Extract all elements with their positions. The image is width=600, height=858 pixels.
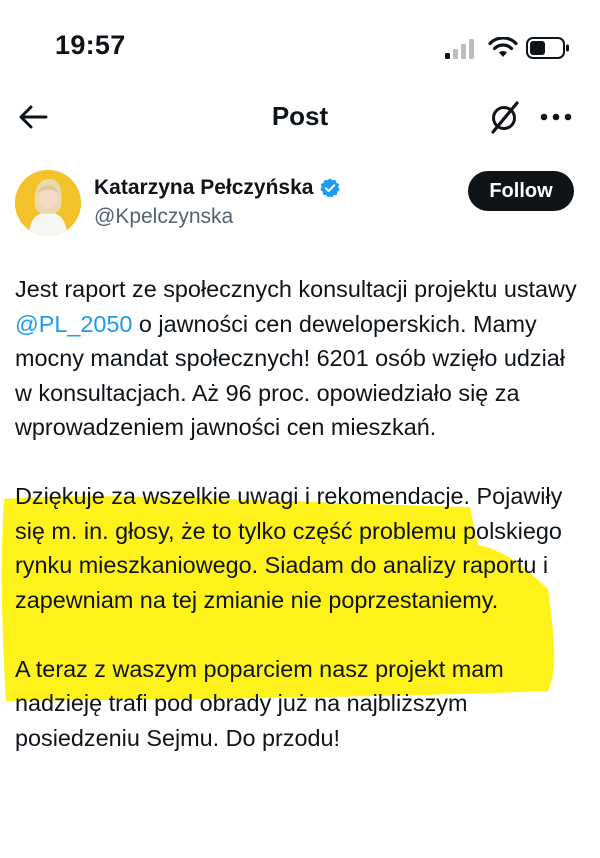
tweet-paragraph-2: Dziękuje za wszelkie uwagi i rekomendacj… [15,483,563,613]
tweet-paragraph-1: Jest raport ze społecznych konsultacji p… [15,272,585,445]
wifi-icon [488,37,518,57]
mention-link[interactable]: @PL_2050 [15,311,132,337]
status-bar: 19:57 [0,0,600,90]
more-horizontal-icon [540,113,572,121]
author-name[interactable]: Katarzyna Pełczyńska [94,176,313,200]
author-name-group[interactable]: Katarzyna Pełczyńska [94,176,341,200]
tweet-text: Jest raport ze społecznych konsultacji p… [15,272,585,755]
cellular-signal-icon [445,39,474,59]
profile-photo-icon [15,170,81,236]
avatar[interactable] [15,170,81,236]
status-time: 19:57 [55,30,126,60]
tweet-paragraph-3: A teraz z waszym poparciem nasz projekt … [15,655,504,751]
grok-button[interactable] [487,98,523,136]
follow-button[interactable]: Follow [468,171,574,211]
grok-icon [491,101,519,134]
verified-badge-icon [320,178,341,198]
nav-bar: Post [0,92,600,142]
author-row: Katarzyna Pełczyńska @Kpelczynska Follow [0,170,600,240]
more-options-button[interactable] [535,98,577,136]
battery-icon [526,37,569,59]
author-handle[interactable]: @Kpelczynska [94,205,233,229]
tweet-text-segment: Jest raport ze społecznych konsultacji p… [15,276,577,302]
